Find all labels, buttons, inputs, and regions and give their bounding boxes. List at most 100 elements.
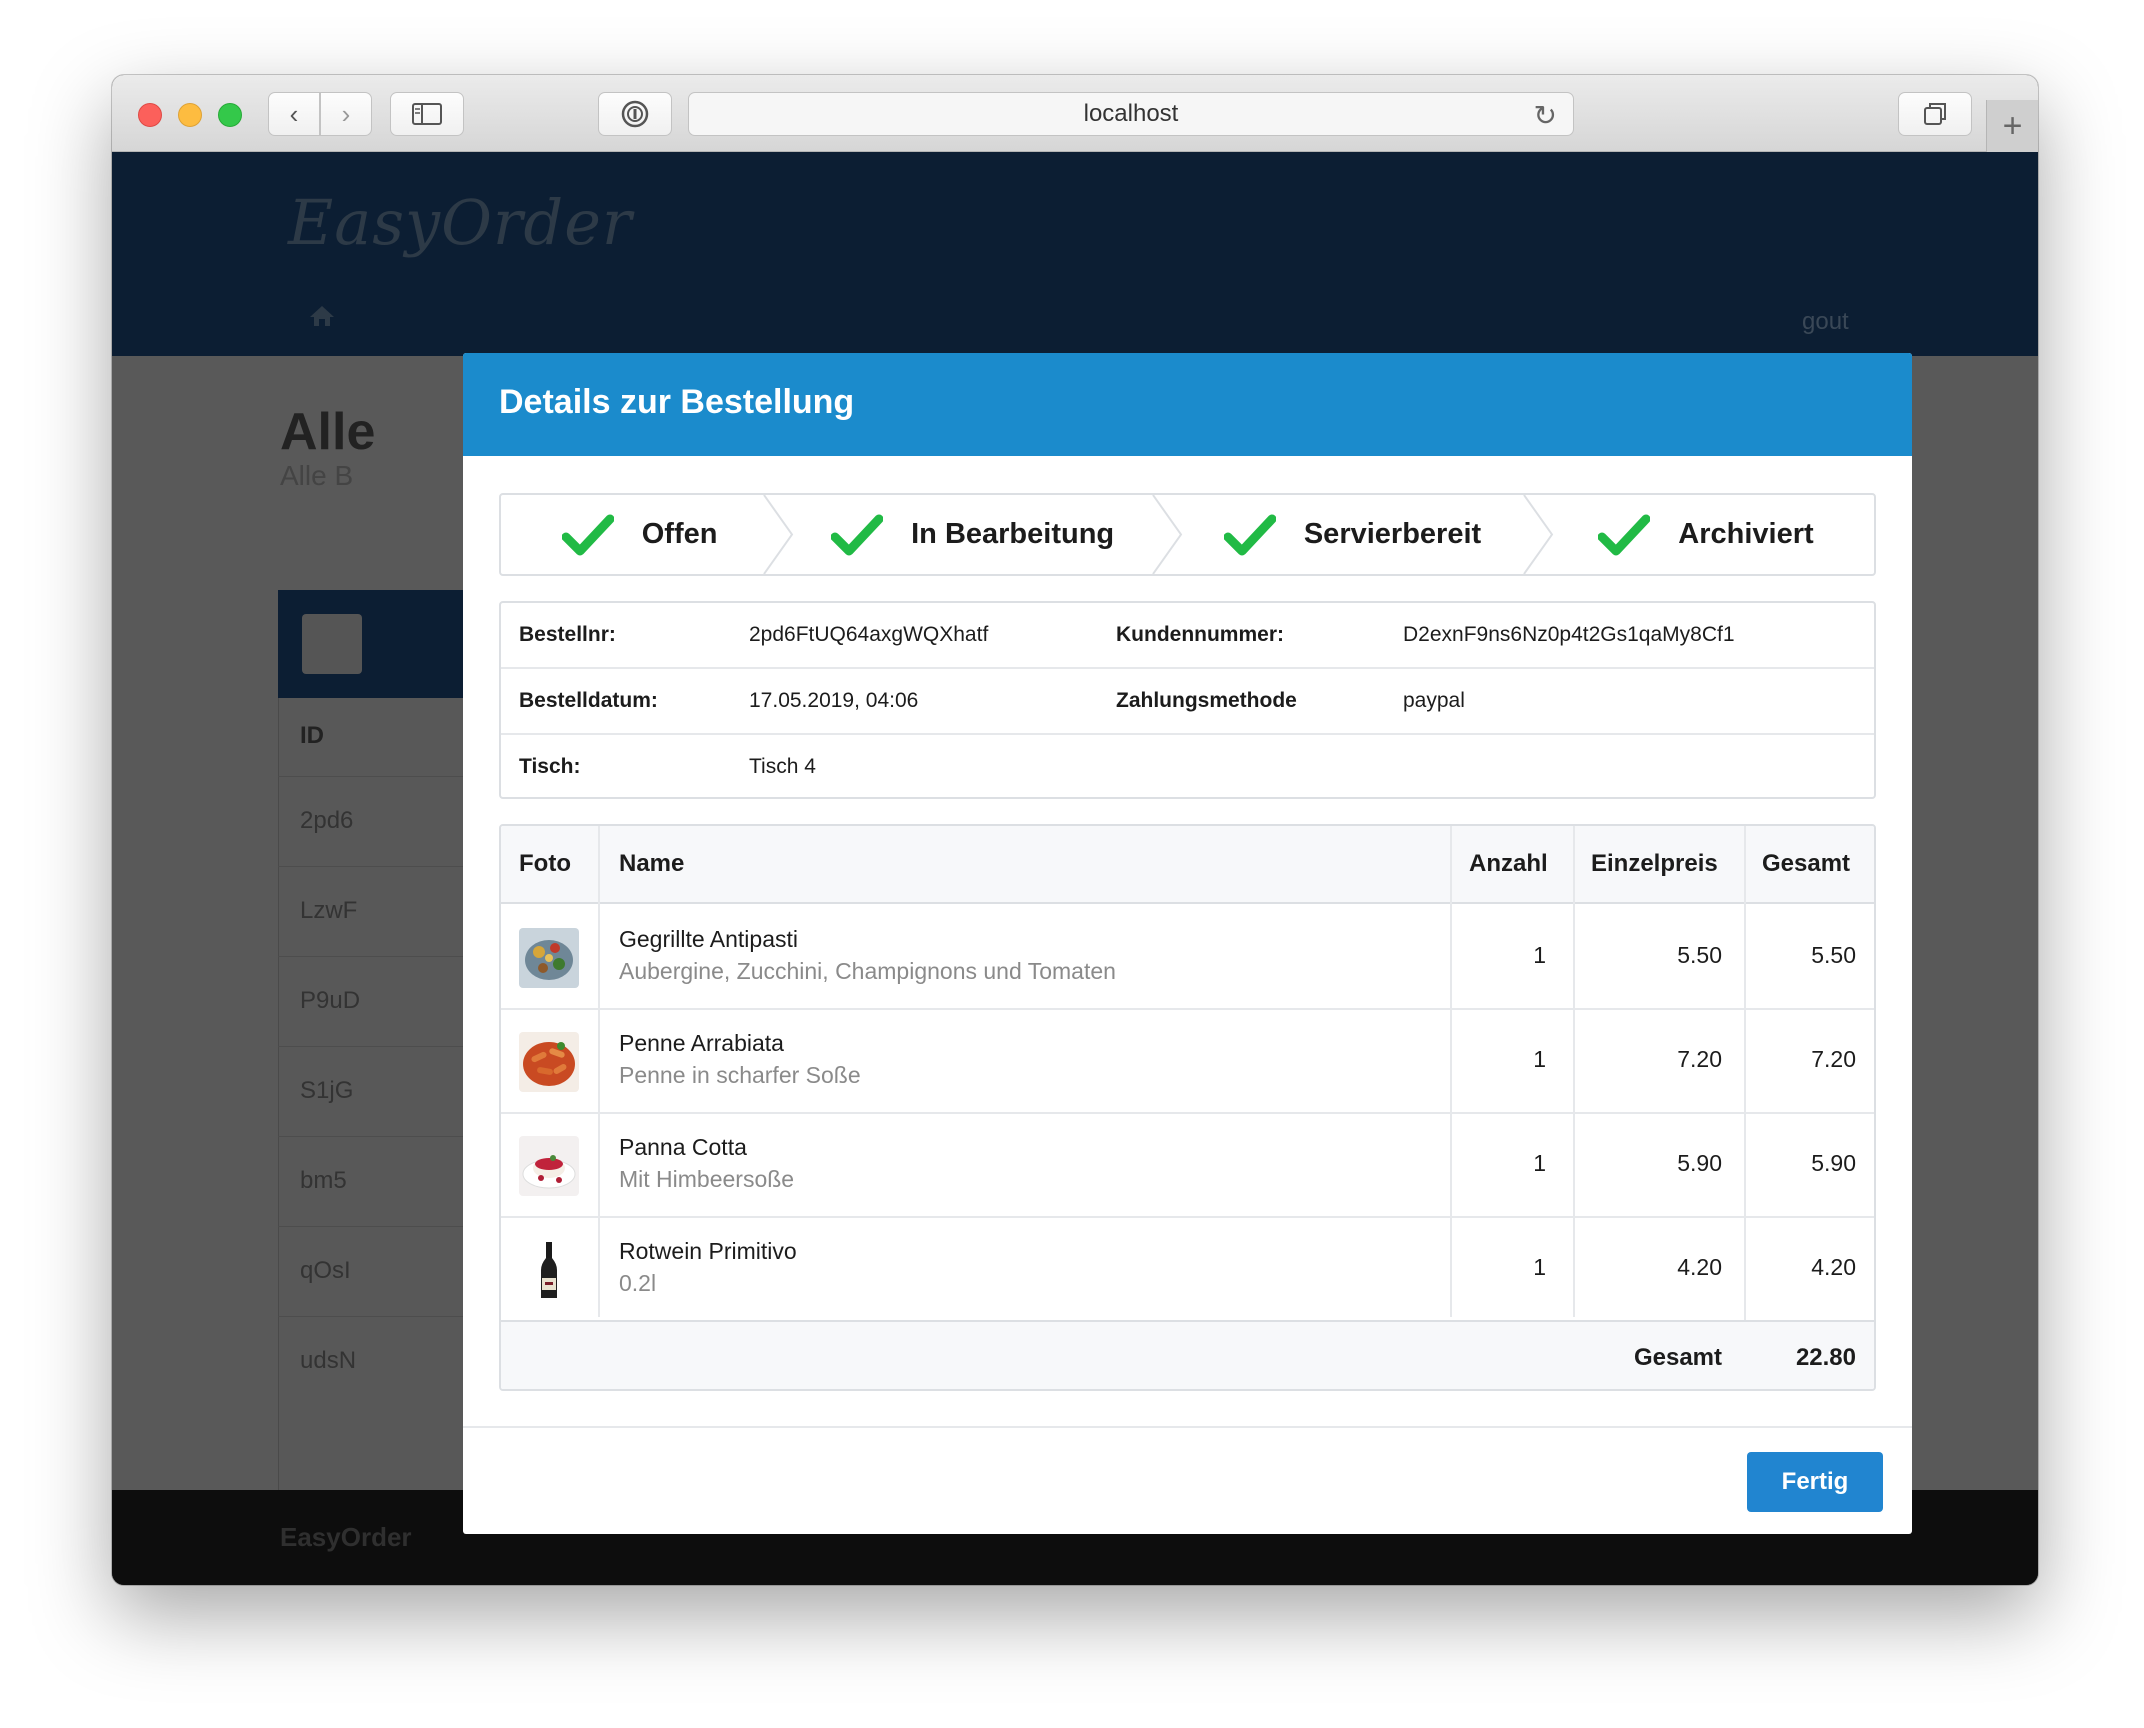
item-description: Mit Himbeersoße — [619, 1166, 795, 1192]
item-total: 4.20 — [1811, 1254, 1856, 1280]
orders-row-id: qOsI — [300, 1257, 351, 1284]
home-icon[interactable] — [308, 304, 336, 335]
step-separator — [1523, 495, 1554, 574]
minimize-window-button[interactable] — [178, 103, 202, 127]
sidebar-toggle-button[interactable] — [390, 92, 464, 136]
orders-row-id: LzwF — [300, 897, 358, 924]
item-name: Rotwein Primitivo — [619, 1238, 797, 1264]
customer-number-value: D2exnF9ns6Nz0p4t2Gs1qaMy8Cf1 — [1403, 623, 1735, 646]
item-quantity: 1 — [1533, 1254, 1546, 1280]
back-button[interactable]: ‹ — [268, 92, 320, 136]
browser-window: ‹ › localhost ↻ + EasyOrder gout Alle Al… — [112, 75, 2038, 1585]
app-navbar: EasyOrder gout — [112, 152, 2038, 356]
zoom-window-button[interactable] — [218, 103, 242, 127]
item-unit-price: 5.50 — [1677, 942, 1722, 968]
item-quantity: 1 — [1533, 1150, 1546, 1176]
url-text: localhost — [1083, 100, 1179, 127]
item-total: 5.90 — [1811, 1150, 1856, 1176]
modal-header: Details zur Bestellung — [463, 353, 1912, 456]
item-total: 5.50 — [1811, 942, 1856, 968]
panna-cotta-photo — [519, 1136, 579, 1196]
step-separator — [763, 495, 794, 574]
step-separator — [1152, 495, 1183, 574]
check-icon — [1598, 514, 1651, 555]
table-row: Gegrillte Antipasti Aubergine, Zucchini,… — [501, 906, 1874, 1010]
chevron-right-icon: › — [341, 98, 351, 129]
item-name: Panna Cotta — [619, 1134, 747, 1160]
item-name: Gegrillte Antipasti — [619, 926, 798, 952]
new-tab-button[interactable]: + — [1986, 100, 2038, 152]
orders-row-id: P9uD — [300, 987, 361, 1014]
check-icon — [831, 514, 884, 555]
page-subtitle: Alle B — [280, 460, 354, 491]
logout-link[interactable]: gout — [1802, 308, 1849, 336]
item-total: 7.20 — [1811, 1046, 1856, 1072]
orders-row-id: udsN — [300, 1347, 357, 1374]
reload-icon[interactable]: ↻ — [1534, 99, 1557, 132]
orders-row-id: 2pd6 — [300, 807, 354, 834]
table-row: Panna Cotta Mit Himbeersoße 1 5.90 5.90 — [501, 1114, 1874, 1218]
plus-icon: + — [2002, 106, 2023, 145]
antipasti-photo — [519, 928, 579, 988]
step-in-bearbeitung: In Bearbeitung — [778, 495, 1183, 574]
password-manager-button[interactable] — [598, 92, 672, 136]
address-bar[interactable]: localhost ↻ — [688, 92, 1574, 136]
step-label: Offen — [641, 518, 718, 550]
footer-brand: EasyOrder — [280, 1522, 412, 1552]
order-items-table: Foto Name Anzahl Einzelpreis Gesamt Gegr… — [499, 824, 1876, 1391]
item-name: Penne Arrabiata — [619, 1030, 784, 1056]
step-label: Servierbereit — [1303, 518, 1482, 550]
modal-footer: Fertig — [463, 1426, 1912, 1534]
step-label: In Bearbeitung — [911, 518, 1115, 550]
order-date-label: Bestelldatum: — [519, 689, 658, 712]
item-description: 0.2l — [619, 1270, 657, 1296]
order-date-value: 17.05.2019, 04:06 — [749, 689, 919, 712]
orders-id-header: ID — [300, 722, 324, 749]
items-table-footer: Gesamt 22.80 — [501, 1320, 1874, 1389]
info-row: Bestellnr: 2pd6FtUQ64axgWQXhatf Kundennu… — [501, 603, 1874, 668]
table-row: Rotwein Primitivo 0.2l 1 4.20 4.20 — [501, 1218, 1874, 1322]
step-offen: Offen — [501, 495, 794, 574]
order-info-table: Bestellnr: 2pd6FtUQ64axgWQXhatf Kundennu… — [499, 601, 1876, 799]
payment-method-label: Zahlungsmethode — [1116, 689, 1297, 712]
check-icon — [561, 514, 614, 555]
password-manager-icon — [621, 100, 649, 128]
step-archiviert: Archiviert — [1538, 495, 1874, 574]
grand-total-label: Gesamt — [1633, 1344, 1722, 1371]
item-quantity: 1 — [1533, 1046, 1546, 1072]
orders-row-id: S1jG — [300, 1077, 354, 1104]
grand-total-value: 22.80 — [1795, 1344, 1856, 1371]
item-unit-price: 5.90 — [1677, 1150, 1722, 1176]
table-row: Penne Arrabiata Penne in scharfer Soße 1… — [501, 1010, 1874, 1114]
order-details-modal: Details zur Bestellung Offen In Bearbeit… — [463, 353, 1912, 1534]
header-total: Gesamt — [1762, 850, 1851, 877]
header-name: Name — [619, 850, 685, 877]
orders-row-id: bm5 — [300, 1167, 347, 1194]
forward-button[interactable]: › — [320, 92, 372, 136]
step-servierbereit: Servierbereit — [1167, 495, 1554, 574]
orders-search-input[interactable] — [302, 614, 362, 674]
item-unit-price: 4.20 — [1677, 1254, 1722, 1280]
header-photo: Foto — [519, 850, 571, 877]
item-unit-price: 7.20 — [1677, 1046, 1722, 1072]
item-quantity: 1 — [1533, 942, 1546, 968]
items-table-header: Foto Name Anzahl Einzelpreis Gesamt — [501, 826, 1874, 904]
table-label: Tisch: — [519, 755, 581, 778]
order-number-label: Bestellnr: — [519, 623, 616, 646]
info-row: Tisch: Tisch 4 — [501, 733, 1874, 798]
item-description: Penne in scharfer Soße — [619, 1062, 861, 1088]
tabs-icon — [1924, 103, 1946, 125]
done-button[interactable]: Fertig — [1747, 1452, 1883, 1512]
sidebar-icon — [412, 103, 442, 125]
chevron-left-icon: ‹ — [289, 98, 299, 129]
brand-logo[interactable]: EasyOrder — [288, 186, 633, 259]
step-label: Archiviert — [1678, 518, 1814, 550]
tab-overview-button[interactable] — [1898, 92, 1972, 136]
order-status-steps: Offen In Bearbeitung Servierbereit Archi… — [499, 493, 1876, 576]
close-window-button[interactable] — [138, 103, 162, 127]
header-quantity: Anzahl — [1469, 850, 1548, 877]
penne-photo — [519, 1032, 579, 1092]
customer-number-label: Kundennummer: — [1116, 623, 1284, 646]
header-unit-price: Einzelpreis — [1591, 850, 1718, 877]
table-value: Tisch 4 — [749, 755, 816, 778]
